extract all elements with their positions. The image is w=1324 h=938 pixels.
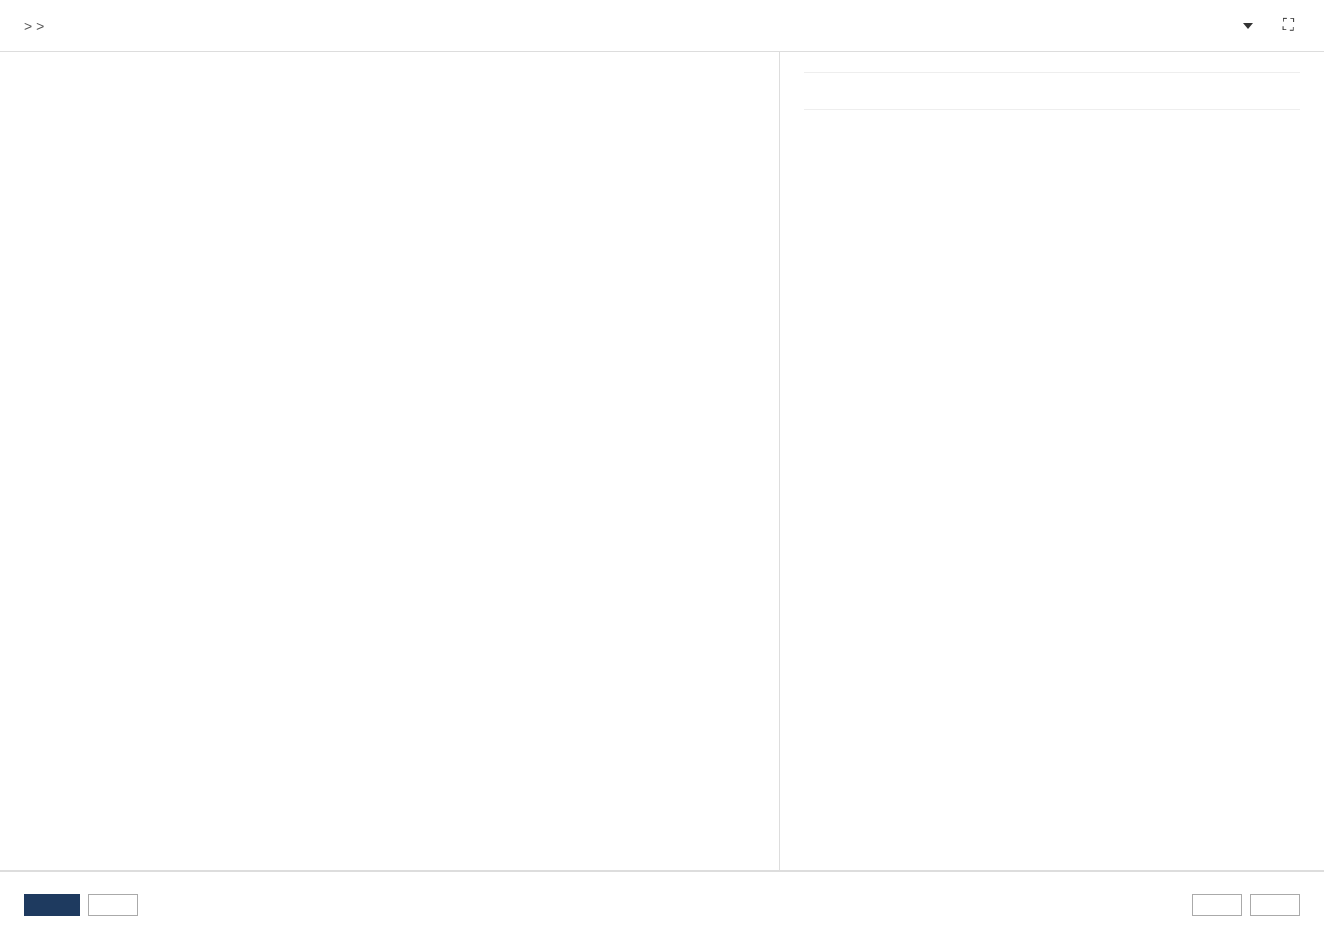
code-editor-panel[interactable] [0,52,780,870]
save-button[interactable] [24,894,80,916]
breadcrumb: > > [24,18,44,34]
advanced-section-title [804,126,1300,134]
top-bar-actions: ⛶ [1243,17,1300,35]
discard-button[interactable] [88,894,138,916]
expand-button[interactable]: ⛶ [1283,17,1300,35]
breadcrumb-sep1: > [24,18,36,34]
footer-right [1192,894,1300,916]
expand-icon: ⛶ [1283,17,1294,35]
reset-to-default-button[interactable] [1192,894,1242,916]
main-content [0,52,1324,870]
top-bar: > > ⛶ [0,0,1324,52]
chevron-down-icon [1243,23,1253,29]
footer-left [24,894,138,916]
breadcrumb-sep2: > [36,18,44,34]
hide-snippets-button[interactable] [1243,23,1259,29]
right-panel [780,52,1324,870]
access-section-title [804,89,1300,97]
footer [0,870,1324,938]
calculate-effective-policy-button[interactable] [1250,894,1300,916]
